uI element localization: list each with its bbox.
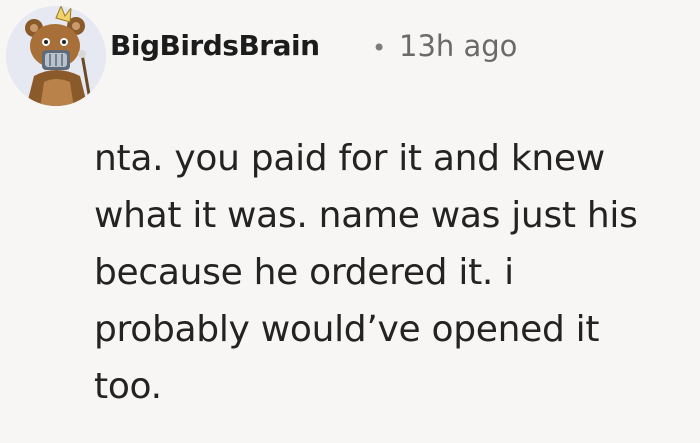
comment-timestamp[interactable]: 13h ago: [399, 26, 517, 66]
user-avatar-icon[interactable]: [4, 4, 108, 108]
comment-body-line: probably would’ve opened it: [94, 309, 600, 350]
comment-body: nta. you paid for it and knew what it wa…: [94, 130, 694, 415]
author-username[interactable]: BigBirdsBrain: [110, 26, 320, 66]
comment-card: BigBirdsBrain • 13h ago nta. you paid fo…: [0, 0, 700, 443]
comment-body-line: because he ordered it. i: [94, 252, 514, 293]
comment-body-line: what it was. name was just his: [94, 195, 638, 236]
comment-body-line: too.: [94, 366, 162, 407]
comment-body-line: nta. you paid for it and knew: [94, 138, 605, 179]
meta-separator: •: [372, 34, 387, 62]
comment-header: BigBirdsBrain • 13h ago: [0, 0, 700, 106]
